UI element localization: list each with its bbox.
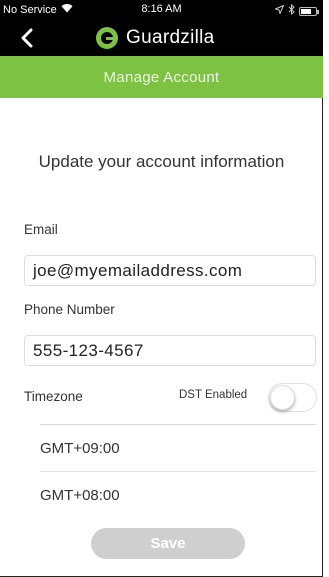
- app-screen: No Service 8:16 AM Guardzilla Manage Acc…: [0, 0, 323, 577]
- bluetooth-icon: [288, 3, 295, 18]
- form-heading: Update your account information: [38, 152, 285, 171]
- brand-logo: Guardzilla: [96, 27, 215, 49]
- dst-toggle[interactable]: [268, 383, 317, 412]
- timezone-option[interactable]: GMT+08:00: [40, 471, 316, 518]
- status-bar: No Service 8:16 AM: [0, 0, 323, 20]
- timezone-label: Timezone: [24, 389, 83, 404]
- location-icon: [274, 4, 285, 17]
- phone-field[interactable]: 555-123-4567: [24, 335, 316, 366]
- brand-name: Guardzilla: [126, 27, 215, 48]
- guardzilla-logo-icon: [96, 27, 118, 49]
- page-title: Manage Account: [103, 68, 220, 86]
- timezone-option[interactable]: GMT+09:00: [40, 424, 316, 471]
- email-label: Email: [24, 222, 58, 237]
- phone-label: Phone Number: [24, 302, 115, 317]
- page-title-bar: Manage Account: [0, 56, 323, 98]
- email-field[interactable]: joe@myemailaddress.com: [24, 255, 316, 286]
- battery-icon: [299, 6, 319, 16]
- back-button[interactable]: [14, 24, 40, 52]
- timezone-picker[interactable]: GMT+09:00 GMT+08:00: [40, 424, 316, 518]
- save-button[interactable]: Save: [91, 528, 245, 559]
- toggle-knob: [270, 385, 295, 410]
- chevron-left-icon: [21, 28, 33, 48]
- app-header: Guardzilla: [0, 20, 323, 56]
- dst-label: DST Enabled: [179, 389, 248, 401]
